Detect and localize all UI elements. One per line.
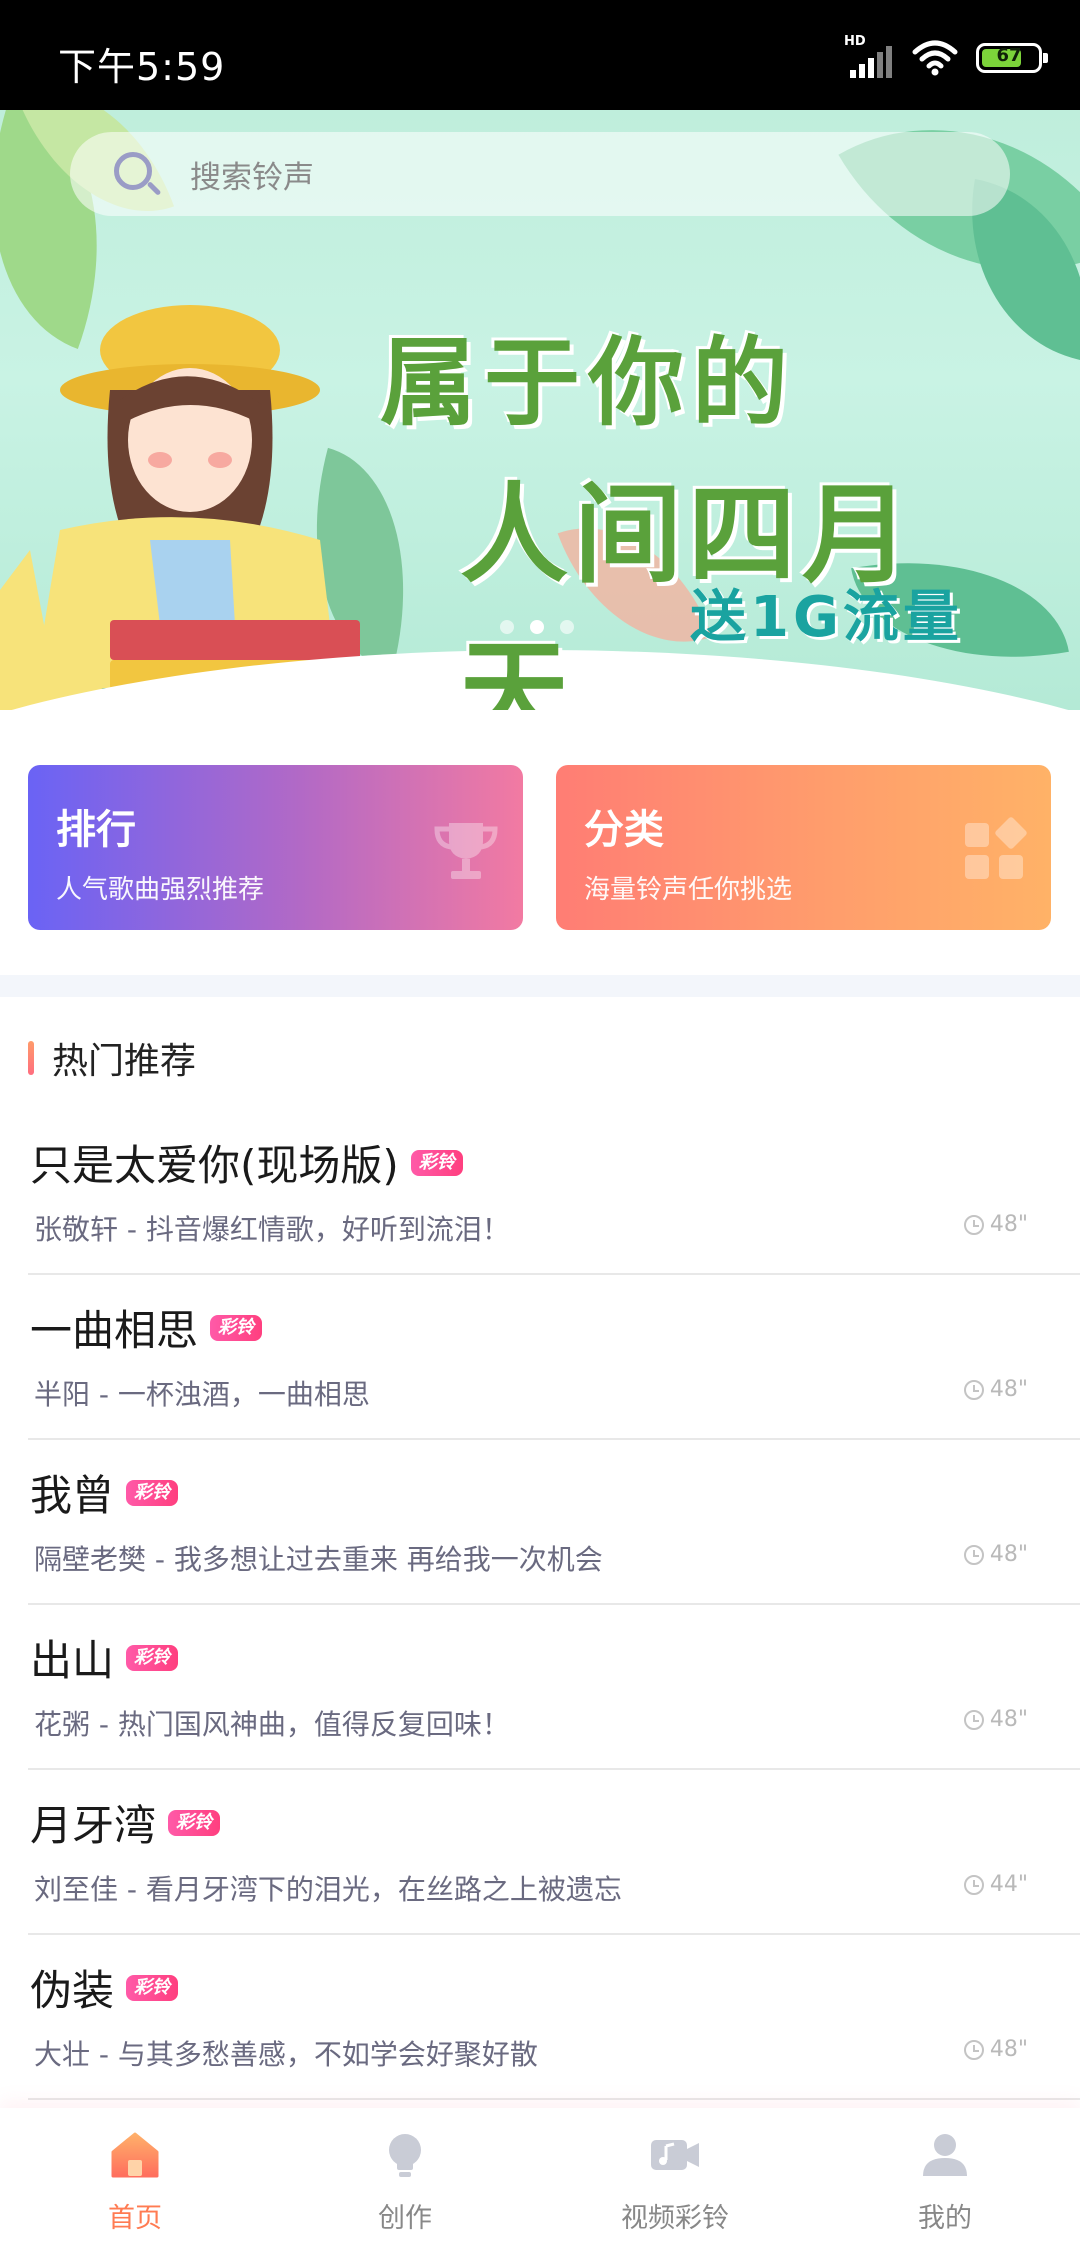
clock-icon [963, 2039, 984, 2060]
battery-level: 67 [996, 45, 1022, 66]
song-duration: 48" [963, 2037, 1028, 2062]
ranking-card[interactable]: 排行 人气歌曲强烈推荐 [28, 765, 523, 930]
section-divider [0, 975, 1080, 997]
song-title: 出山 [30, 1636, 115, 1685]
clock-icon [963, 1874, 984, 1895]
song-title: 月牙湾 [30, 1801, 157, 1850]
girl-illustration [0, 305, 360, 710]
nav-label-profile: 我的 [918, 2203, 972, 2234]
song-list: 只是太爱你(现场版) 彩铃 张敬轩 - 抖音爆红情歌，好听到流泪！ 48" 一曲相… [0, 1110, 1080, 2100]
song-duration: 44" [963, 1872, 1028, 1897]
ranking-card-title: 排行 [56, 807, 136, 853]
nav-tab-create[interactable]: 创作 [270, 2108, 540, 2248]
promo-banner[interactable]: 搜索铃声 属于你的 人间四月天 送1G流量 [0, 110, 1080, 710]
category-card[interactable]: 分类 海量铃声任你挑选 [556, 765, 1051, 930]
category-card-subtitle: 海量铃声任你挑选 [584, 875, 793, 905]
home-icon [111, 2132, 159, 2178]
nav-label-home: 首页 [108, 2203, 162, 2234]
color-ringtone-badge: 彩铃 [210, 1314, 263, 1341]
search-bar[interactable]: 搜索铃声 [70, 132, 1010, 216]
list-item[interactable]: 月牙湾 彩铃 刘至佳 - 看月牙湾下的泪光，在丝路之上被遗忘 44" [28, 1770, 1080, 1935]
nav-tab-home[interactable]: 首页 [0, 2108, 270, 2248]
song-subtitle: 半阳 - 一杯浊酒，一曲相思 [34, 1378, 370, 1411]
banner-line3: 送1G流量 [690, 585, 963, 650]
status-bar: 下午5:59 HD 67 [0, 0, 1080, 110]
color-ringtone-badge: 彩铃 [126, 1644, 179, 1671]
user-icon [923, 2134, 967, 2176]
banner-line1: 属于你的 [380, 327, 796, 439]
section-title: 热门推荐 [52, 1041, 197, 1082]
battery-icon: 67 [976, 43, 1048, 73]
search-input[interactable]: 搜索铃声 [190, 152, 314, 197]
color-ringtone-badge: 彩铃 [168, 1809, 221, 1836]
song-title: 一曲相思 [30, 1306, 199, 1355]
lightbulb-icon [389, 2134, 421, 2177]
list-item[interactable]: 一曲相思 彩铃 半阳 - 一杯浊酒，一曲相思 48" [28, 1275, 1080, 1440]
song-subtitle: 大壮 - 与其多愁善感，不如学会好聚好散 [34, 2038, 538, 2071]
bottom-navigation: 首页 创作 视频彩铃 我的 [0, 2108, 1080, 2248]
carousel-indicator [500, 620, 574, 634]
category-icon [965, 817, 1027, 879]
song-title: 我曾 [30, 1471, 115, 1520]
nav-tab-video-ringtone[interactable]: 视频彩铃 [540, 2108, 810, 2248]
list-item[interactable]: 出山 彩铃 花粥 - 热门国风神曲，值得反复回味！ 48" [28, 1605, 1080, 1770]
list-item[interactable]: 我曾 彩铃 隔壁老樊 - 我多想让过去重来 再给我一次机会 48" [28, 1440, 1080, 1605]
status-time: 下午5:59 [58, 45, 226, 89]
list-item[interactable]: 只是太爱你(现场版) 彩铃 张敬轩 - 抖音爆红情歌，好听到流泪！ 48" [28, 1110, 1080, 1275]
song-title: 只是太爱你(现场版) [30, 1141, 399, 1190]
status-icons: HD 67 [844, 34, 1048, 78]
song-subtitle: 张敬轩 - 抖音爆红情歌，好听到流泪！ [34, 1213, 510, 1246]
signal-icon: HD [844, 34, 894, 78]
clock-icon [963, 1214, 984, 1235]
wifi-icon [912, 40, 958, 76]
section-header: 热门推荐 [28, 1032, 196, 1084]
ranking-card-subtitle: 人气歌曲强烈推荐 [56, 875, 265, 905]
song-duration: 48" [963, 1542, 1028, 1567]
trophy-icon [434, 823, 498, 879]
clock-icon [963, 1379, 984, 1400]
video-icon [651, 2140, 699, 2170]
song-title: 伪装 [30, 1966, 115, 2015]
song-duration: 48" [963, 1212, 1028, 1237]
song-duration: 48" [963, 1707, 1028, 1732]
clock-icon [963, 1544, 984, 1565]
song-subtitle: 隔壁老樊 - 我多想让过去重来 再给我一次机会 [34, 1543, 603, 1576]
song-duration: 48" [963, 1377, 1028, 1402]
clock-icon [963, 1709, 984, 1730]
color-ringtone-badge: 彩铃 [410, 1149, 463, 1176]
nav-tab-profile[interactable]: 我的 [810, 2108, 1080, 2248]
search-icon [70, 132, 190, 216]
nav-label-create: 创作 [378, 2203, 432, 2234]
song-subtitle: 刘至佳 - 看月牙湾下的泪光，在丝路之上被遗忘 [34, 1873, 622, 1906]
list-item[interactable]: 伪装 彩铃 大壮 - 与其多愁善感，不如学会好聚好散 48" [28, 1935, 1080, 2100]
song-subtitle: 花粥 - 热门国风神曲，值得反复回味！ [34, 1708, 510, 1741]
color-ringtone-badge: 彩铃 [126, 1479, 179, 1506]
nav-label-video-ringtone: 视频彩铃 [621, 2203, 729, 2234]
color-ringtone-badge: 彩铃 [126, 1974, 179, 2001]
category-card-title: 分类 [584, 807, 664, 853]
